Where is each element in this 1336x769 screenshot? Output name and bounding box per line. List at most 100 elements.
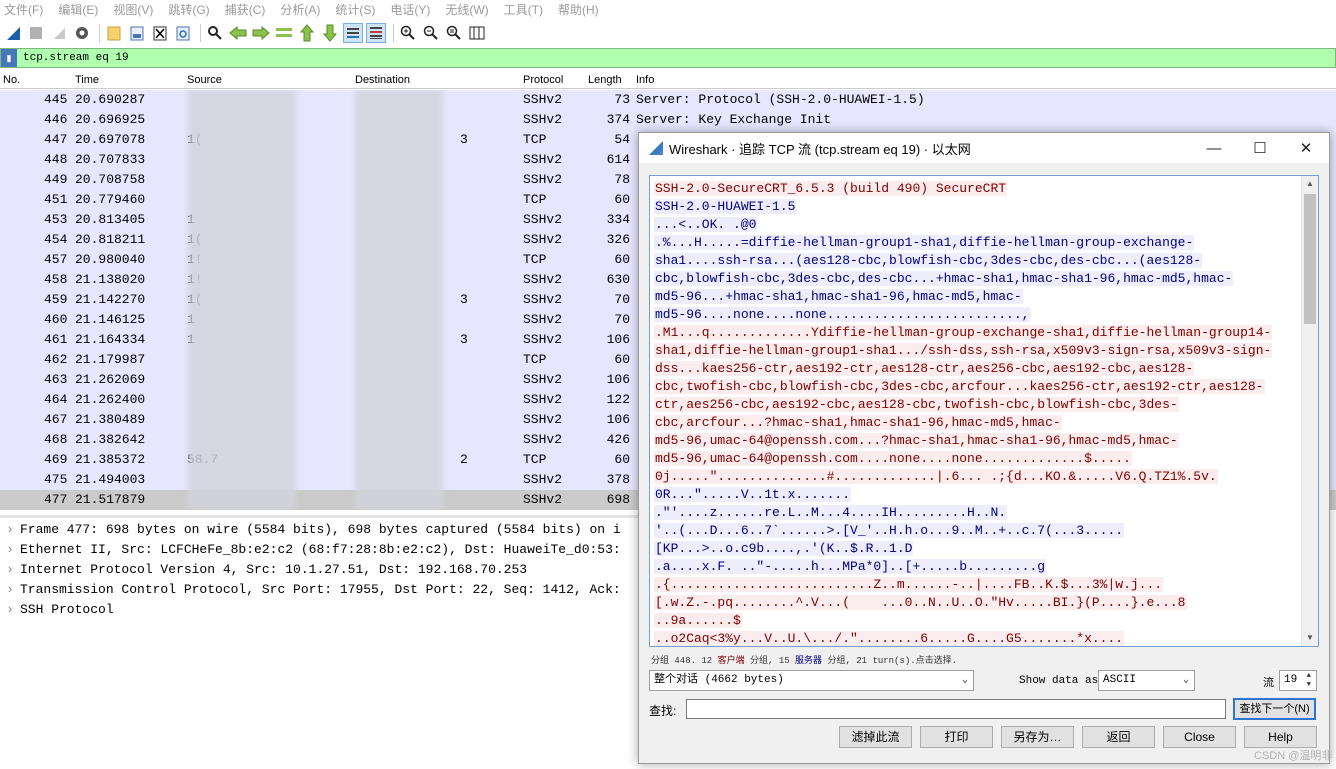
conversation-select[interactable]: 整个对话 (4662 bytes) ⌄ bbox=[649, 670, 974, 691]
client-stream-line: sha1,diffie-hellman-group1-sha1.../ssh-d… bbox=[654, 342, 1300, 360]
zoom-normal-icon[interactable] bbox=[444, 23, 464, 43]
client-stream-line: md5-96,umac-64@openssh.com...?hmac-sha1,… bbox=[654, 432, 1300, 450]
cell-protocol: SSHv2 bbox=[523, 432, 563, 447]
reload-icon[interactable] bbox=[173, 23, 193, 43]
cell-protocol: SSHv2 bbox=[523, 172, 563, 187]
shark-fin-icon[interactable] bbox=[3, 23, 23, 43]
scrollbar-thumb[interactable] bbox=[1304, 194, 1316, 324]
summary-server-link[interactable]: 服务器 bbox=[795, 656, 822, 666]
summary-client-link[interactable]: 客户端 bbox=[718, 656, 745, 666]
dialog-titlebar[interactable]: Wireshark · 追踪 TCP 流 (tcp.stream eq 19) … bbox=[639, 133, 1329, 163]
stream-number-spinbox[interactable]: 19 ▲ ▼ bbox=[1279, 670, 1317, 691]
save-file-icon[interactable] bbox=[127, 23, 147, 43]
expand-arrow-icon[interactable]: › bbox=[0, 520, 20, 540]
back-button[interactable]: 返回 bbox=[1082, 726, 1155, 748]
stream-scrollbar[interactable]: ▲ ▼ bbox=[1301, 176, 1318, 646]
minimize-button[interactable]: — bbox=[1191, 133, 1237, 163]
find-input[interactable] bbox=[686, 699, 1226, 719]
col-no[interactable]: No. bbox=[3, 74, 20, 86]
cell-time: 21.382642 bbox=[75, 432, 146, 447]
scroll-down-icon[interactable]: ▼ bbox=[1302, 630, 1318, 646]
col-info[interactable]: Info bbox=[636, 74, 654, 86]
spinner-arrows-icon[interactable]: ▲ ▼ bbox=[1307, 672, 1311, 690]
go-last-icon[interactable] bbox=[320, 23, 340, 43]
detail-text: Transmission Control Protocol, Src Port:… bbox=[20, 582, 621, 597]
stream-line-text: md5-96....none....none..................… bbox=[654, 307, 1031, 322]
menu-item[interactable]: 无线(W) bbox=[445, 1, 488, 18]
stream-number-value: 19 bbox=[1284, 674, 1298, 686]
autoscroll-icon[interactable] bbox=[343, 23, 363, 43]
menu-item[interactable]: 捕获(C) bbox=[225, 1, 266, 18]
cell-no: 463 bbox=[44, 372, 68, 387]
menu-item[interactable]: 视图(V) bbox=[113, 1, 153, 18]
find-packet-icon[interactable] bbox=[205, 23, 225, 43]
resize-columns-icon[interactable] bbox=[467, 23, 487, 43]
zoom-in-icon[interactable] bbox=[398, 23, 418, 43]
menu-item[interactable]: 工具(T) bbox=[504, 1, 543, 18]
detail-row[interactable]: › Frame 477: 698 bytes on wire (5584 bits… bbox=[0, 520, 640, 540]
client-stream-line: cbc,twofish-cbc,blowfish-cbc,3des-cbc,ar… bbox=[654, 378, 1300, 396]
cell-no: 451 bbox=[44, 192, 68, 207]
filter-out-button[interactable]: 滤掉此流 bbox=[839, 726, 912, 748]
col-protocol[interactable]: Protocol bbox=[523, 74, 563, 86]
redaction-blur bbox=[355, 90, 443, 510]
save-as-button[interactable]: 另存为… bbox=[1001, 726, 1074, 748]
colorize-icon[interactable] bbox=[366, 23, 386, 43]
expand-arrow-icon[interactable]: › bbox=[0, 600, 20, 620]
restart-icon[interactable] bbox=[49, 23, 69, 43]
close-window-button[interactable]: ✕ bbox=[1283, 133, 1329, 163]
show-data-select[interactable]: ASCII ⌄ bbox=[1098, 670, 1195, 691]
expand-arrow-icon[interactable]: › bbox=[0, 580, 20, 600]
cell-length: 378 bbox=[606, 472, 630, 487]
go-back-icon[interactable] bbox=[228, 23, 248, 43]
stop-icon[interactable] bbox=[26, 23, 46, 43]
detail-row[interactable]: › Internet Protocol Version 4, Src: 10.1.… bbox=[0, 560, 640, 580]
stream-content[interactable]: SSH-2.0-SecureCRT_6.5.3 (build 490) Secu… bbox=[649, 175, 1319, 647]
menu-item[interactable]: 分析(A) bbox=[280, 1, 320, 18]
find-next-button[interactable]: 查找下一个(N) bbox=[1233, 698, 1316, 720]
menu-item[interactable]: 文件(F) bbox=[4, 1, 43, 18]
zoom-out-icon[interactable] bbox=[421, 23, 441, 43]
pane-splitter[interactable] bbox=[0, 515, 640, 518]
print-button[interactable]: 打印 bbox=[920, 726, 993, 748]
maximize-button[interactable]: ☐ bbox=[1237, 133, 1283, 163]
go-forward-icon[interactable] bbox=[251, 23, 271, 43]
menu-item[interactable]: 跳转(G) bbox=[168, 1, 209, 18]
client-stream-line: [.w.Z.-.pq........^.V...( ...0..N..U..O.… bbox=[654, 594, 1300, 612]
go-to-packet-icon[interactable] bbox=[274, 23, 294, 43]
menu-item[interactable]: 电话(Y) bbox=[390, 1, 430, 18]
col-length[interactable]: Length bbox=[588, 74, 622, 86]
help-button[interactable]: Help bbox=[1244, 726, 1317, 748]
options-gear-icon[interactable] bbox=[72, 23, 92, 43]
cell-time: 20.818211 bbox=[75, 232, 146, 247]
cell-time: 21.385372 bbox=[75, 452, 146, 467]
packet-details[interactable]: › Frame 477: 698 bytes on wire (5584 bits… bbox=[0, 520, 640, 620]
detail-row[interactable]: › Ethernet II, Src: LCFCHeFe_8b:e2:c2 (68… bbox=[0, 540, 640, 560]
summary-text: 分组, 21 turn(s).点击选择. bbox=[822, 656, 958, 666]
expand-arrow-icon[interactable]: › bbox=[0, 540, 20, 560]
col-destination[interactable]: Destination bbox=[355, 74, 410, 86]
bookmark-icon[interactable]: ▮ bbox=[1, 49, 17, 67]
filter-input[interactable]: tcp.stream eq 19 bbox=[23, 52, 129, 64]
menu-item[interactable]: 统计(S) bbox=[335, 1, 375, 18]
go-first-icon[interactable] bbox=[297, 23, 317, 43]
stream-summary: 分组 448. 12 客户端 分组, 15 服务器 分组, 21 turn(s)… bbox=[651, 653, 957, 666]
stream-text[interactable]: SSH-2.0-SecureCRT_6.5.3 (build 490) Secu… bbox=[654, 180, 1300, 646]
detail-row[interactable]: › Transmission Control Protocol, Src Port… bbox=[0, 580, 640, 600]
cell-time: 20.779460 bbox=[75, 192, 146, 207]
menu-item[interactable]: 帮助(H) bbox=[558, 1, 599, 18]
menu-item[interactable]: 编辑(E) bbox=[58, 1, 98, 18]
col-source[interactable]: Source bbox=[187, 74, 222, 86]
display-filter-bar[interactable]: ▮ tcp.stream eq 19 bbox=[0, 48, 1336, 68]
stream-line-text: SSH-2.0-HUAWEI-1.5 bbox=[654, 199, 797, 214]
close-file-icon[interactable] bbox=[150, 23, 170, 43]
cell-protocol: SSHv2 bbox=[523, 372, 563, 387]
expand-arrow-icon[interactable]: › bbox=[0, 560, 20, 580]
cell-length: 78 bbox=[614, 172, 630, 187]
close-button[interactable]: Close bbox=[1163, 726, 1236, 748]
scroll-up-icon[interactable]: ▲ bbox=[1302, 176, 1318, 192]
col-time[interactable]: Time bbox=[75, 74, 99, 86]
cell-no: 461 bbox=[44, 332, 68, 347]
detail-row[interactable]: › SSH Protocol bbox=[0, 600, 640, 620]
open-file-icon[interactable] bbox=[104, 23, 124, 43]
